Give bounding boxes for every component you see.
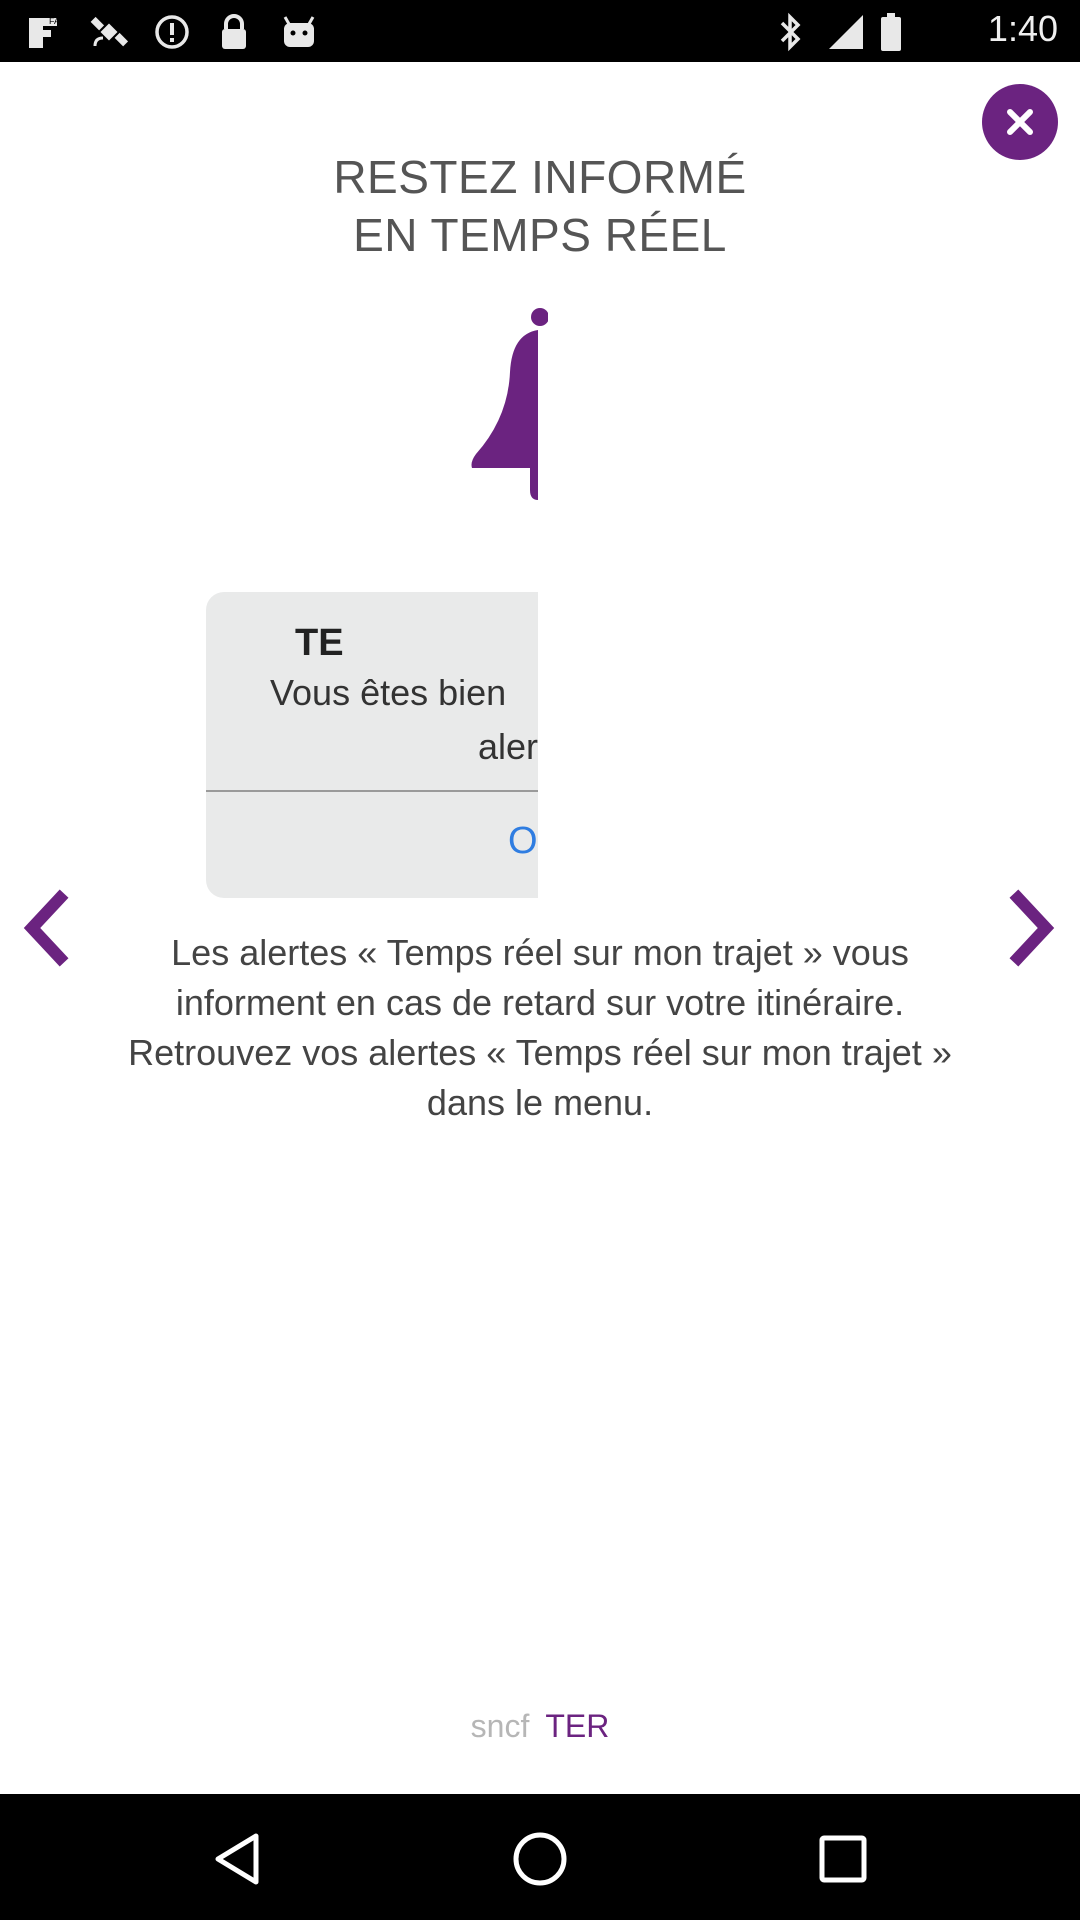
back-button[interactable] [202, 1824, 272, 1894]
back-icon [215, 1833, 259, 1885]
alert-circle-icon [152, 12, 192, 52]
description-text: Les alertes « Temps réel sur mon trajet … [50, 928, 1030, 1128]
notification-title: TE [295, 622, 344, 664]
android-icon [278, 12, 320, 52]
battery-icon [876, 12, 906, 52]
description-line-4: dans le menu. [426, 1082, 654, 1123]
description-line-3: Retrouvez vos alertes « Temps réel sur m… [128, 1032, 952, 1073]
brand-sncf: sncf [470, 1708, 530, 1744]
close-icon [1007, 109, 1033, 135]
home-icon [513, 1832, 567, 1886]
illustration-mask [538, 580, 878, 910]
lock-icon [214, 12, 254, 52]
page-title: RESTEZ INFORMÉ EN TEMPS RÉEL [0, 148, 1080, 264]
bluetooth-icon [774, 12, 808, 52]
description-line-2: informent en cas de retard sur votre iti… [175, 982, 905, 1023]
notification-ok: O [508, 820, 538, 862]
recents-icon [819, 1835, 867, 1883]
description-line-1: Les alertes « Temps réel sur mon trajet … [171, 932, 909, 973]
fake-gps-icon: FAKE [24, 12, 70, 52]
notification-message: Vous êtes bien [270, 672, 507, 713]
notification-message-2: aler [478, 726, 539, 767]
recents-button[interactable] [808, 1824, 878, 1894]
system-nav-bar [0, 1794, 1080, 1920]
satellite-icon [86, 12, 132, 52]
brand-logo: sncf TER [0, 1708, 1080, 1745]
status-time: 1:40 [987, 8, 1058, 49]
brand-ter: TER [545, 1708, 610, 1744]
bell-icon [471, 308, 548, 500]
notification-divider [206, 790, 538, 792]
title-line-1: RESTEZ INFORMÉ [333, 151, 747, 203]
svg-text:FAKE: FAKE [49, 16, 69, 26]
home-button[interactable] [505, 1824, 575, 1894]
signal-icon [826, 12, 866, 52]
title-line-2: EN TEMPS RÉEL [353, 209, 727, 261]
status-bar: FAKE [0, 0, 1080, 62]
